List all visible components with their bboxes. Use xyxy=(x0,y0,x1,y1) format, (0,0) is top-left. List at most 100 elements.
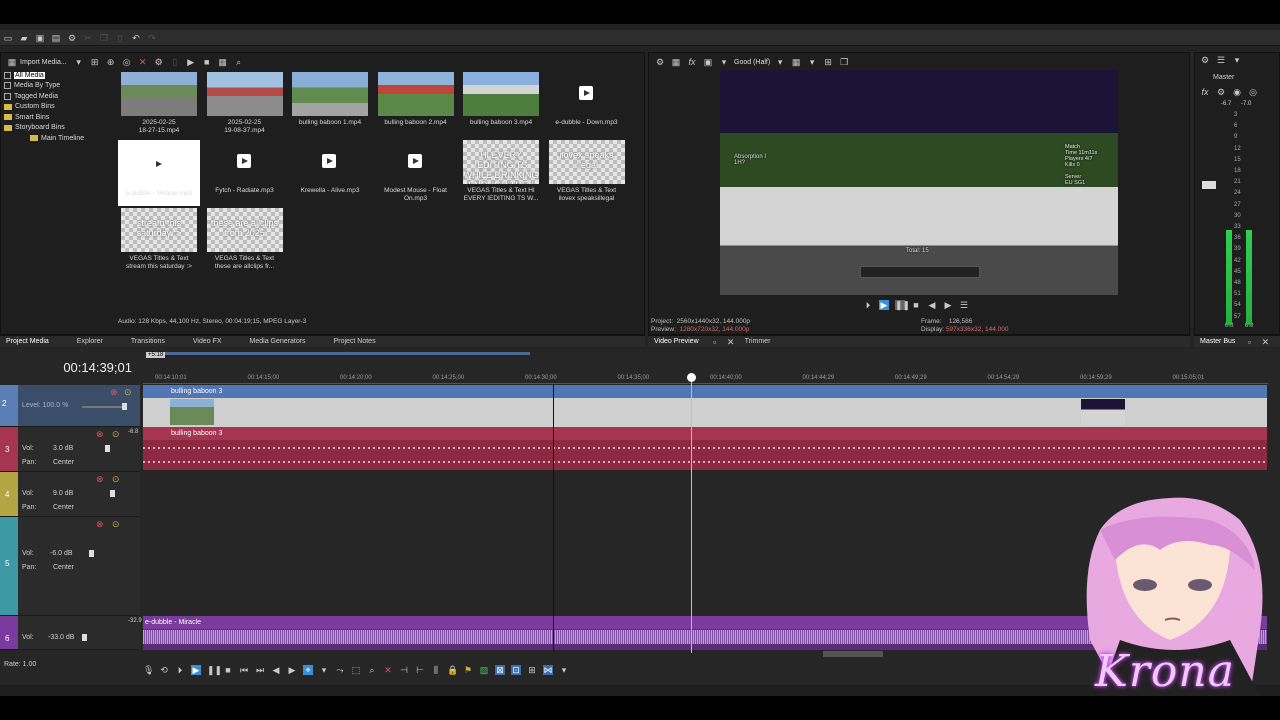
media-item[interactable]: these are allclips from 2025 VEGAS Titles… xyxy=(204,208,286,272)
volume-slider-knob[interactable] xyxy=(82,634,87,641)
gear-icon[interactable]: ⚙ xyxy=(1216,87,1226,97)
tab-video-fx[interactable]: Video FX xyxy=(193,338,222,345)
media-item[interactable]: ilovex speaks illegal VEGAS Titles & Text… xyxy=(546,140,628,204)
pause-icon[interactable]: ❚❚ xyxy=(895,300,910,310)
volume-slider-knob[interactable] xyxy=(105,445,110,452)
track-header-audio-6[interactable]: 6 Vol: -33.0 dB -32.9 xyxy=(0,616,142,650)
tree-item-main-timeline[interactable]: Main Timeline xyxy=(4,133,114,144)
level-slider[interactable] xyxy=(82,406,127,408)
media-item[interactable]: Krewella - Alive.mp3 xyxy=(289,140,371,204)
record-icon[interactable]: 🎙 xyxy=(143,665,154,675)
play-icon[interactable]: ▶ xyxy=(186,57,196,67)
playhead-handle[interactable] xyxy=(687,373,696,382)
search-icon[interactable]: ⌕ xyxy=(234,57,244,67)
mute-icon[interactable]: ⊗ xyxy=(96,519,104,530)
play-icon[interactable]: ▶ xyxy=(879,300,889,310)
properties-icon[interactable]: ▦ xyxy=(671,57,681,67)
solo-icon[interactable]: ⊙ xyxy=(124,387,132,398)
pause-icon[interactable]: ❚❚ xyxy=(207,665,222,675)
properties-icon[interactable]: ▯ xyxy=(170,57,180,67)
envelope-tool-icon[interactable]: ⤳ xyxy=(335,665,345,675)
chevron-down-icon[interactable]: ▾ xyxy=(775,57,785,67)
volume-slider-knob[interactable] xyxy=(89,550,94,557)
next-frame-icon[interactable]: ▶ xyxy=(287,665,297,675)
delete-icon[interactable]: ✕ xyxy=(383,665,393,675)
tab-trimmer[interactable]: Trimmer xyxy=(745,338,771,345)
redo-icon[interactable]: ↷ xyxy=(147,33,157,43)
media-item[interactable]: bulling baboon 1.mp4 xyxy=(289,72,371,136)
gear-icon[interactable]: ⚙ xyxy=(1200,55,1210,65)
mute-icon[interactable]: ⊗ xyxy=(96,474,104,485)
mute-icon[interactable]: ⊗ xyxy=(110,387,118,398)
marker-icon[interactable]: ⚑ xyxy=(463,665,473,675)
stop-icon[interactable]: ■ xyxy=(223,665,233,675)
solo-icon[interactable]: ◎ xyxy=(1248,87,1258,97)
snapshot-icon[interactable]: ⊞ xyxy=(823,57,833,67)
dock-icon[interactable]: ▫ xyxy=(1244,337,1254,347)
save-icon[interactable]: ▣ xyxy=(35,33,45,43)
dock-icon[interactable]: ▫ xyxy=(710,337,720,347)
media-item[interactable]: bulling baboon 3.mp4 xyxy=(460,72,542,136)
media-item[interactable]: e-dubble - Down.mp3 xyxy=(546,72,628,136)
previous-frame-icon[interactable]: ◀ xyxy=(927,300,937,310)
go-to-end-icon[interactable]: ⏭ xyxy=(255,665,265,675)
cut-icon[interactable]: ✂ xyxy=(83,33,93,43)
copy-icon[interactable]: ❐ xyxy=(99,33,109,43)
tab-transitions[interactable]: Transitions xyxy=(131,338,165,345)
preview-device-icon[interactable]: ▣ xyxy=(703,57,713,67)
loop-region-bar[interactable] xyxy=(150,352,530,355)
preview-quality-select[interactable]: Good (Half) xyxy=(734,59,770,66)
play-icon[interactable]: ▶ xyxy=(191,665,201,675)
fx-icon[interactable]: fx xyxy=(1200,87,1210,97)
tab-project-media[interactable]: Project Media xyxy=(6,338,49,345)
selection-tool-icon[interactable]: ⬚ xyxy=(351,665,361,675)
tab-project-notes[interactable]: Project Notes xyxy=(334,338,376,345)
overlays-icon[interactable]: ▦ xyxy=(791,57,801,67)
tree-item-media-by-type[interactable]: Media By Type xyxy=(4,81,114,92)
split-icon[interactable]: ⫼ xyxy=(431,665,441,675)
copy-snapshot-icon[interactable]: ❐ xyxy=(839,57,849,67)
solo-icon[interactable]: ⊙ xyxy=(112,474,120,485)
media-item[interactable]: 2025-02-25 18-27-15.mp4 xyxy=(118,72,200,136)
mute-icon[interactable]: ◉ xyxy=(1232,87,1242,97)
go-to-start-icon[interactable]: ⏮ xyxy=(239,665,249,675)
chevron-down-icon[interactable]: ▾ xyxy=(807,57,817,67)
media-item[interactable]: HI EVERY IEDITING TS WHILE DRINKING ENOU… xyxy=(460,140,542,204)
trim-start-icon[interactable]: ⊣ xyxy=(399,665,409,675)
stop-icon[interactable]: ■ xyxy=(202,57,212,67)
media-item[interactable]: bulling baboon 2.mp4 xyxy=(375,72,457,136)
media-item[interactable]: Modest Mouse - Float On.mp3 xyxy=(375,140,457,204)
menu-icon[interactable]: ☰ xyxy=(959,300,969,310)
chevron-down-icon[interactable]: ▾ xyxy=(319,665,329,675)
play-from-start-icon[interactable]: ⏵ xyxy=(175,665,185,675)
tree-item-custom-bins[interactable]: Custom Bins xyxy=(4,102,114,113)
loop-icon[interactable]: ⟲ xyxy=(159,665,169,675)
web-icon[interactable]: ◎ xyxy=(122,57,132,67)
level-slider-knob[interactable] xyxy=(122,403,127,410)
save-as-icon[interactable]: ▤ xyxy=(51,33,61,43)
region-icon[interactable]: ▧ xyxy=(479,665,489,675)
media-item[interactable]: Fytch - Radiate.mp3 xyxy=(204,140,286,204)
chevron-down-icon[interactable]: ▾ xyxy=(1232,55,1242,65)
media-fx-icon[interactable]: ⚙ xyxy=(154,57,164,67)
gear-icon[interactable]: ⚙ xyxy=(655,57,665,67)
previous-frame-icon[interactable]: ◀ xyxy=(271,665,281,675)
crossfade-icon[interactable]: ⋈ xyxy=(543,665,553,675)
solo-icon[interactable]: ⊙ xyxy=(112,429,120,440)
video-event-header[interactable]: bulling baboon 3 xyxy=(143,385,1267,398)
horizontal-scrollbar[interactable] xyxy=(823,651,883,657)
tab-media-generators[interactable]: Media Generators xyxy=(250,338,306,345)
chevron-down-icon[interactable]: ▾ xyxy=(74,57,84,67)
tab-video-preview[interactable]: Video Preview xyxy=(654,338,699,345)
track-header-audio-5[interactable]: 5 Vol: -6.0 dB Pan: Center ⊗ ⊙ xyxy=(0,517,140,616)
chevron-down-icon[interactable]: ▾ xyxy=(559,665,569,675)
media-item[interactable]: stream this saturday :> VEGAS Titles & Te… xyxy=(118,208,200,272)
time-ruler[interactable]: 00:14:10;01 00:14:15;00 00:14:20;00 00:14:2… xyxy=(143,372,1268,384)
master-fader[interactable] xyxy=(1202,181,1216,189)
open-icon[interactable]: ▰ xyxy=(19,33,29,43)
volume-slider-knob[interactable] xyxy=(110,490,115,497)
tree-item-storyboard-bins[interactable]: Storyboard Bins xyxy=(4,123,114,134)
media-item[interactable]: 2025-02-25 19-08-37.mp4 xyxy=(204,72,286,136)
track-header-video[interactable]: 2 Level: 100.0 % ⊗ ⊙ xyxy=(0,385,140,427)
get-media-icon[interactable]: ⊕ xyxy=(106,57,116,67)
